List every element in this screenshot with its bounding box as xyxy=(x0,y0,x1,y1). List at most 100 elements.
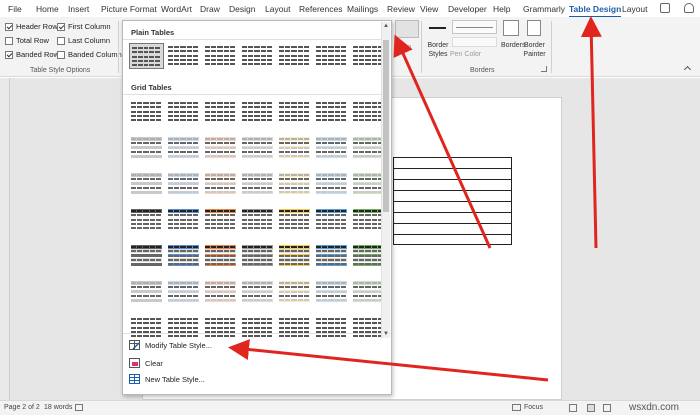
table-style-thumbnail[interactable] xyxy=(166,99,201,125)
tab-help[interactable]: Help xyxy=(493,4,510,14)
banded-columns-option[interactable]: Banded Columns xyxy=(57,50,126,59)
first-column-option[interactable]: First Column xyxy=(57,22,111,31)
border-styles-button[interactable]: Border Styles xyxy=(426,41,450,59)
tab-review[interactable]: Review xyxy=(387,4,415,14)
table-style-thumbnail[interactable] xyxy=(314,279,349,305)
table-style-thumbnail[interactable] xyxy=(129,171,164,197)
line-weight-dropdown[interactable] xyxy=(452,37,497,47)
scroll-up-icon[interactable]: ▲ xyxy=(383,23,389,29)
table-style-thumbnail[interactable] xyxy=(240,279,275,305)
table-style-thumbnail[interactable] xyxy=(240,207,275,233)
table-style-thumbnail[interactable] xyxy=(277,279,312,305)
scroll-down-icon[interactable]: ▼ xyxy=(383,331,389,337)
table-style-thumbnail[interactable] xyxy=(240,43,275,69)
checkbox-checked-icon[interactable] xyxy=(57,22,65,31)
table-style-thumbnail[interactable] xyxy=(203,279,238,305)
table-style-thumbnail[interactable] xyxy=(129,315,164,341)
table-style-thumbnail[interactable] xyxy=(166,171,201,197)
table-style-thumbnail[interactable] xyxy=(240,315,275,341)
tab-layout[interactable]: Layout xyxy=(265,4,291,14)
banded-rows-option[interactable]: Banded Rows xyxy=(5,50,63,59)
table-style-thumbnail[interactable] xyxy=(277,43,312,69)
table-style-thumbnail[interactable] xyxy=(129,43,164,69)
web-layout-icon[interactable] xyxy=(603,404,611,412)
page-count[interactable]: Page 2 of 2 xyxy=(4,404,40,411)
comments-icon[interactable] xyxy=(684,3,694,13)
table-style-thumbnail[interactable] xyxy=(129,243,164,269)
shading-icon[interactable] xyxy=(395,20,419,38)
print-layout-icon[interactable] xyxy=(587,404,595,412)
table-style-thumbnail[interactable] xyxy=(240,243,275,269)
table-style-thumbnail[interactable] xyxy=(314,207,349,233)
share-icon[interactable] xyxy=(660,3,670,13)
tab-mailings[interactable]: Mailings xyxy=(347,4,378,14)
tab-view[interactable]: View xyxy=(420,4,438,14)
table-style-thumbnail[interactable] xyxy=(203,315,238,341)
tab-references[interactable]: References xyxy=(299,4,342,14)
table-style-thumbnail[interactable] xyxy=(129,279,164,305)
table-style-thumbnail[interactable] xyxy=(240,99,275,125)
table-style-thumbnail[interactable] xyxy=(129,99,164,125)
table-style-thumbnail[interactable] xyxy=(314,243,349,269)
table-style-thumbnail[interactable] xyxy=(277,207,312,233)
modify-table-style-item[interactable]: Modify Table Style... xyxy=(129,340,212,350)
table-style-thumbnail[interactable] xyxy=(166,315,201,341)
table-style-thumbnail[interactable] xyxy=(166,243,201,269)
collapse-ribbon-icon[interactable] xyxy=(683,65,692,74)
table-style-thumbnail[interactable] xyxy=(166,279,201,305)
new-table-style-item[interactable]: New Table Style... xyxy=(129,374,205,384)
checkbox-checked-icon[interactable] xyxy=(5,22,13,31)
table-style-thumbnail[interactable] xyxy=(314,43,349,69)
border-painter-button[interactable]: Border Painter xyxy=(522,41,547,59)
proofing-icon[interactable] xyxy=(75,404,83,411)
table-style-thumbnail[interactable] xyxy=(203,99,238,125)
table-style-thumbnail[interactable] xyxy=(277,99,312,125)
checkbox-icon[interactable] xyxy=(57,36,65,45)
borders-icon[interactable] xyxy=(503,20,519,36)
table-style-thumbnail[interactable] xyxy=(277,315,312,341)
table-style-thumbnail[interactable] xyxy=(314,99,349,125)
table-style-thumbnail[interactable] xyxy=(203,171,238,197)
table-style-thumbnail[interactable] xyxy=(203,43,238,69)
dialog-launcher-icon[interactable] xyxy=(541,66,547,72)
table-style-thumbnail[interactable] xyxy=(203,243,238,269)
table-style-thumbnail[interactable] xyxy=(314,315,349,341)
last-column-option[interactable]: Last Column xyxy=(57,36,110,45)
clear-item[interactable]: Clear xyxy=(129,358,163,368)
table-style-thumbnail[interactable] xyxy=(240,171,275,197)
table-style-thumbnail[interactable] xyxy=(277,243,312,269)
gallery-scrollbar[interactable]: ▲ ▼ xyxy=(381,22,390,338)
table-style-thumbnail[interactable] xyxy=(129,135,164,161)
checkbox-icon[interactable] xyxy=(57,50,65,59)
tab-wordart[interactable]: WordArt xyxy=(161,4,192,14)
tab-file[interactable]: File xyxy=(8,4,22,14)
table-style-thumbnail[interactable] xyxy=(166,43,201,69)
table-style-thumbnail[interactable] xyxy=(240,135,275,161)
table-style-thumbnail[interactable] xyxy=(277,135,312,161)
checkbox-icon[interactable] xyxy=(5,36,13,45)
checkbox-checked-icon[interactable] xyxy=(5,50,13,59)
tab-home[interactable]: Home xyxy=(36,4,59,14)
table-style-thumbnail[interactable] xyxy=(129,207,164,233)
table-style-thumbnail[interactable] xyxy=(203,207,238,233)
table-style-thumbnail[interactable] xyxy=(166,207,201,233)
tab-insert[interactable]: Insert xyxy=(68,4,89,14)
tab-draw[interactable]: Draw xyxy=(200,4,220,14)
table-style-thumbnail[interactable] xyxy=(277,171,312,197)
total-row-option[interactable]: Total Row xyxy=(5,36,49,45)
table-style-thumbnail[interactable] xyxy=(314,171,349,197)
tab-grammarly[interactable]: Grammarly xyxy=(523,4,565,14)
read-mode-icon[interactable] xyxy=(569,404,577,412)
tab-table-layout[interactable]: Layout xyxy=(622,4,648,14)
focus-button[interactable]: Focus xyxy=(524,404,543,411)
table-style-thumbnail[interactable] xyxy=(314,135,349,161)
header-row-option[interactable]: Header Row xyxy=(5,22,58,31)
tab-picture-format[interactable]: Picture Format xyxy=(101,4,157,14)
tab-developer[interactable]: Developer xyxy=(448,4,487,14)
table-style-thumbnail[interactable] xyxy=(203,135,238,161)
tab-table-design[interactable]: Table Design xyxy=(569,4,622,18)
pen-color-button[interactable]: Pen Color xyxy=(450,50,481,59)
word-count[interactable]: 18 words xyxy=(44,404,72,411)
table-style-thumbnail[interactable] xyxy=(166,135,201,161)
document-table[interactable] xyxy=(393,157,512,245)
